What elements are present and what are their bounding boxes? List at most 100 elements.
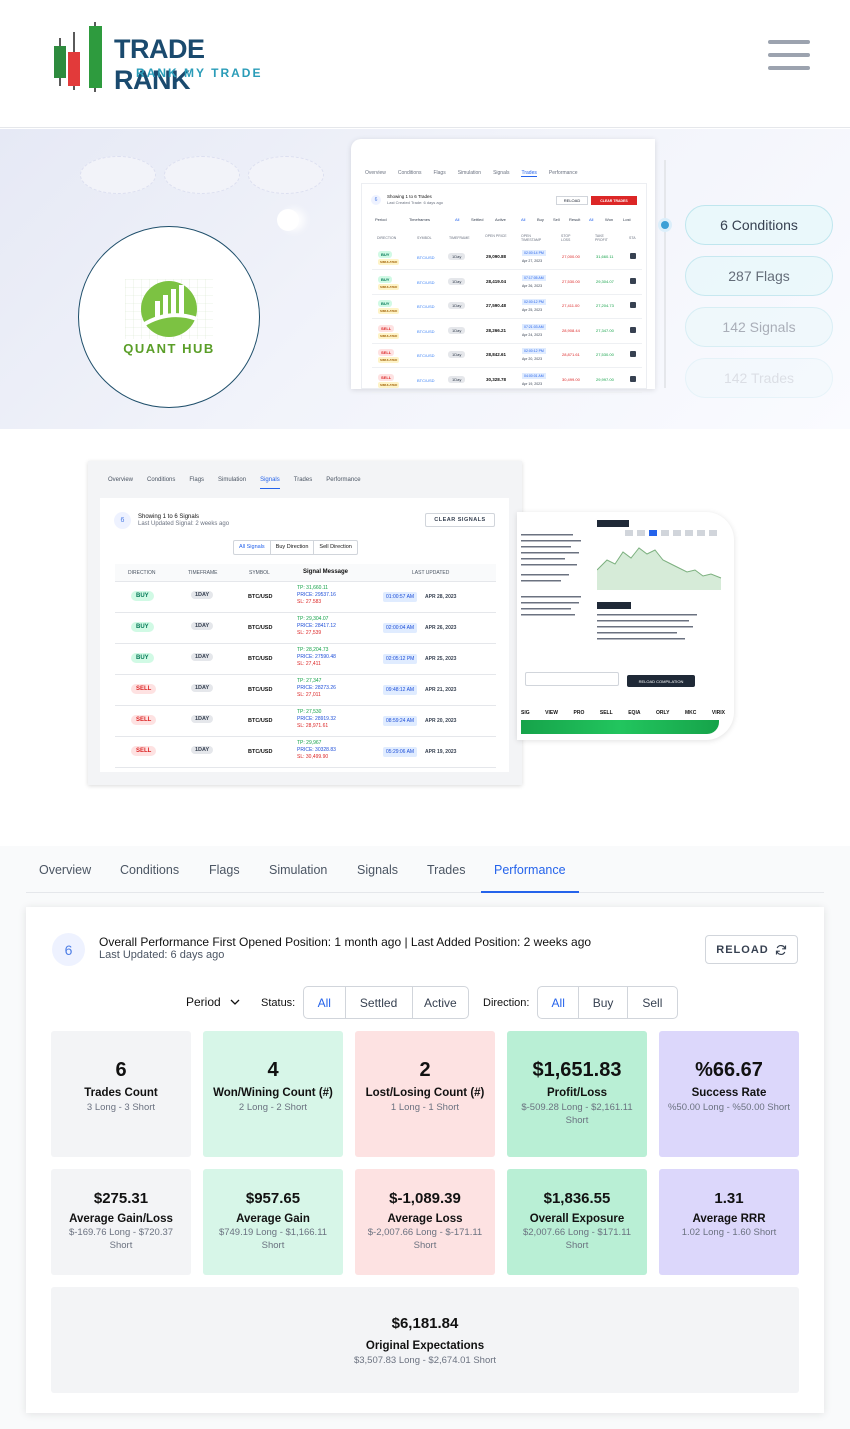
ticker-tab[interactable]: SELL (600, 710, 613, 716)
direction-buy-option[interactable]: Buy (579, 987, 628, 1018)
trades-direction-all[interactable]: All (521, 217, 525, 222)
trades-reload-button[interactable]: RELOAD (556, 196, 588, 205)
direction-sell-option[interactable]: Sell (628, 987, 677, 1018)
signal-row[interactable]: BUY 1DAY BTC/USD TP: 29,304.07 PRICE: 28417.… (115, 613, 496, 644)
tab-performance[interactable]: Performance (549, 170, 578, 177)
tab-simulation[interactable]: Simulation (269, 863, 327, 877)
chart-preview-input[interactable] (525, 672, 619, 686)
signal-row[interactable]: BUY 1DAY BTC/USD TP: 28,204.73 PRICE: 27590.… (115, 644, 496, 675)
trade-row[interactable]: SELL SIMULATED BTC/USD 1Day 28,266.21 07:21:0… (372, 320, 642, 344)
tab-simulation[interactable]: Simulation (458, 170, 481, 177)
signal-row[interactable]: SELL 1DAY BTC/USD TP: 29,967 PRICE: 30328.83… (115, 737, 496, 768)
row-action-icon[interactable] (630, 351, 636, 357)
trades-result-all[interactable]: All (589, 217, 593, 222)
tab-flags[interactable]: Flags (209, 863, 240, 877)
reload-button[interactable]: RELOAD (705, 935, 798, 964)
stat-profit-loss: $1,651.83 Profit/Loss $-509.28 Long - $2… (507, 1031, 647, 1157)
tab-flags[interactable]: Flags (189, 477, 204, 489)
tab-trades[interactable]: Trades (521, 170, 537, 177)
tab-performance[interactable]: Performance (494, 863, 566, 877)
stat-value: 6 (115, 1059, 127, 1081)
trades-result-lost[interactable]: Lost (623, 217, 631, 222)
tab-flags[interactable]: Flags (433, 170, 445, 177)
reload-compilation-button[interactable]: RELOAD COMPILATION (627, 675, 695, 687)
trade-row[interactable]: BUY SIMULATED BTC/USD 1Day 29,090.88 02:00:14… (372, 246, 642, 270)
pill-conditions[interactable]: 6 Conditions (685, 205, 833, 245)
trades-timeframe-filter[interactable]: Timeframes (409, 217, 430, 222)
signal-price: PRICE: 27590.48 (297, 654, 336, 660)
ticker-tab[interactable]: EQIA (628, 710, 640, 716)
trades-direction-buy[interactable]: Buy (537, 217, 544, 222)
signal-row[interactable]: SELL 1DAY BTC/USD TP: 27,530 PRICE: 28919.32… (115, 706, 496, 737)
stat-detail: $-2,007.66 Long - $-171.11 Short (367, 1227, 483, 1251)
tab-conditions[interactable]: Conditions (398, 170, 422, 177)
trade-row[interactable]: BUY SIMULATED BTC/USD 1Day 28,419.04 07:17:05… (372, 271, 642, 295)
row-action-icon[interactable] (630, 375, 636, 382)
stop-loss-value: 30,499.00 (562, 376, 580, 382)
trades-period-filter[interactable]: Period (375, 217, 387, 222)
row-action-icon[interactable] (630, 253, 636, 259)
ticker-tab[interactable]: PRO (574, 710, 585, 716)
symbol-link[interactable]: BTC/USD (417, 353, 435, 358)
stat-detail: $749.19 Long - $1,166.11 Short (218, 1227, 328, 1251)
period-filter[interactable]: Period (186, 995, 240, 1009)
hamburger-menu-icon[interactable] (768, 40, 810, 74)
direction-all-option[interactable]: All (538, 987, 580, 1018)
symbol-link[interactable]: BTC/USD (417, 280, 435, 285)
col-timeframe: TIMEFRAME (449, 236, 470, 240)
tab-signals[interactable]: Signals (260, 477, 280, 489)
trade-rank-logo[interactable]: TRADE RANK RANK MY TRADE (46, 22, 276, 95)
symbol-text: BTC/USD (248, 749, 273, 755)
trades-status-all[interactable]: All (455, 217, 459, 222)
trades-result-won[interactable]: Won (605, 217, 613, 222)
carousel-dot[interactable] (277, 209, 299, 231)
ticker-tab[interactable]: VIRIX (712, 710, 725, 716)
symbol-link[interactable]: BTC/USD (417, 304, 435, 309)
ticker-tab[interactable]: ORLY (656, 710, 669, 716)
row-action-icon[interactable] (630, 302, 636, 308)
symbol-link[interactable]: BTC/USD (417, 255, 435, 260)
tab-simulation[interactable]: Simulation (218, 477, 246, 489)
tab-performance[interactable]: Performance (326, 477, 360, 489)
tab-conditions[interactable]: Conditions (120, 863, 179, 877)
trades-status-settled[interactable]: Settled (471, 217, 483, 222)
pill-trades[interactable]: 142 Trades (685, 358, 833, 398)
clear-trades-button[interactable]: CLEAR TRADES (591, 196, 637, 205)
filter-buy-direction[interactable]: Buy Direction (271, 541, 315, 554)
clear-signals-button[interactable]: CLEAR SIGNALS (425, 513, 495, 527)
direction-badge: SELL (378, 373, 395, 381)
ticker-tab[interactable]: VIEW (545, 710, 558, 716)
pill-signals[interactable]: 142 Signals (685, 307, 833, 347)
tab-conditions[interactable]: Conditions (147, 477, 175, 489)
tab-overview[interactable]: Overview (39, 863, 91, 877)
row-action-icon[interactable] (630, 277, 636, 284)
direction-filter-group: All Buy Sell (537, 986, 678, 1019)
trade-row[interactable]: SELL SIMULATED BTC/USD 1Day 28,842.61 02:00:1… (372, 344, 642, 368)
trades-direction-sell[interactable]: Sell (553, 217, 560, 222)
signal-row[interactable]: BUY 1DAY BTC/USD TP: 31,660.11 PRICE: 29537.… (115, 582, 496, 613)
timeline-dot (661, 221, 669, 229)
signal-time: 02:00:04 AM (383, 623, 418, 633)
filter-all-signals[interactable]: All Signals (234, 541, 271, 554)
tab-overview[interactable]: Overview (365, 170, 386, 177)
status-settled-option[interactable]: Settled (346, 987, 413, 1018)
tab-signals[interactable]: Signals (493, 170, 509, 177)
pill-flags[interactable]: 287 Flags (685, 256, 833, 296)
ticker-tab[interactable]: SIG (521, 710, 530, 716)
quant-hub-emblem-icon (125, 279, 213, 339)
row-action-icon[interactable] (630, 326, 636, 333)
symbol-link[interactable]: BTC/USD (417, 378, 435, 383)
symbol-link[interactable]: BTC/USD (417, 329, 435, 334)
tab-overview[interactable]: Overview (108, 477, 133, 489)
status-active-option[interactable]: Active (413, 987, 468, 1018)
trade-row[interactable]: SELL SIMULATED BTC/USD 1Day 30,328.78 04:00:0… (372, 369, 642, 393)
status-all-option[interactable]: All (304, 987, 346, 1018)
ticker-tab[interactable]: MKC (685, 710, 696, 716)
filter-sell-direction[interactable]: Sell Direction (314, 541, 356, 554)
signal-row[interactable]: SELL 1DAY BTC/USD TP: 27,347 PRICE: 28273.26… (115, 675, 496, 706)
trade-row[interactable]: BUY SIMULATED BTC/USD 1Day 27,590.48 02:00:12… (372, 295, 642, 319)
tab-trades[interactable]: Trades (427, 863, 465, 877)
trades-status-active[interactable]: Active (495, 217, 506, 222)
tab-signals[interactable]: Signals (357, 863, 398, 877)
tab-trades[interactable]: Trades (294, 477, 312, 489)
